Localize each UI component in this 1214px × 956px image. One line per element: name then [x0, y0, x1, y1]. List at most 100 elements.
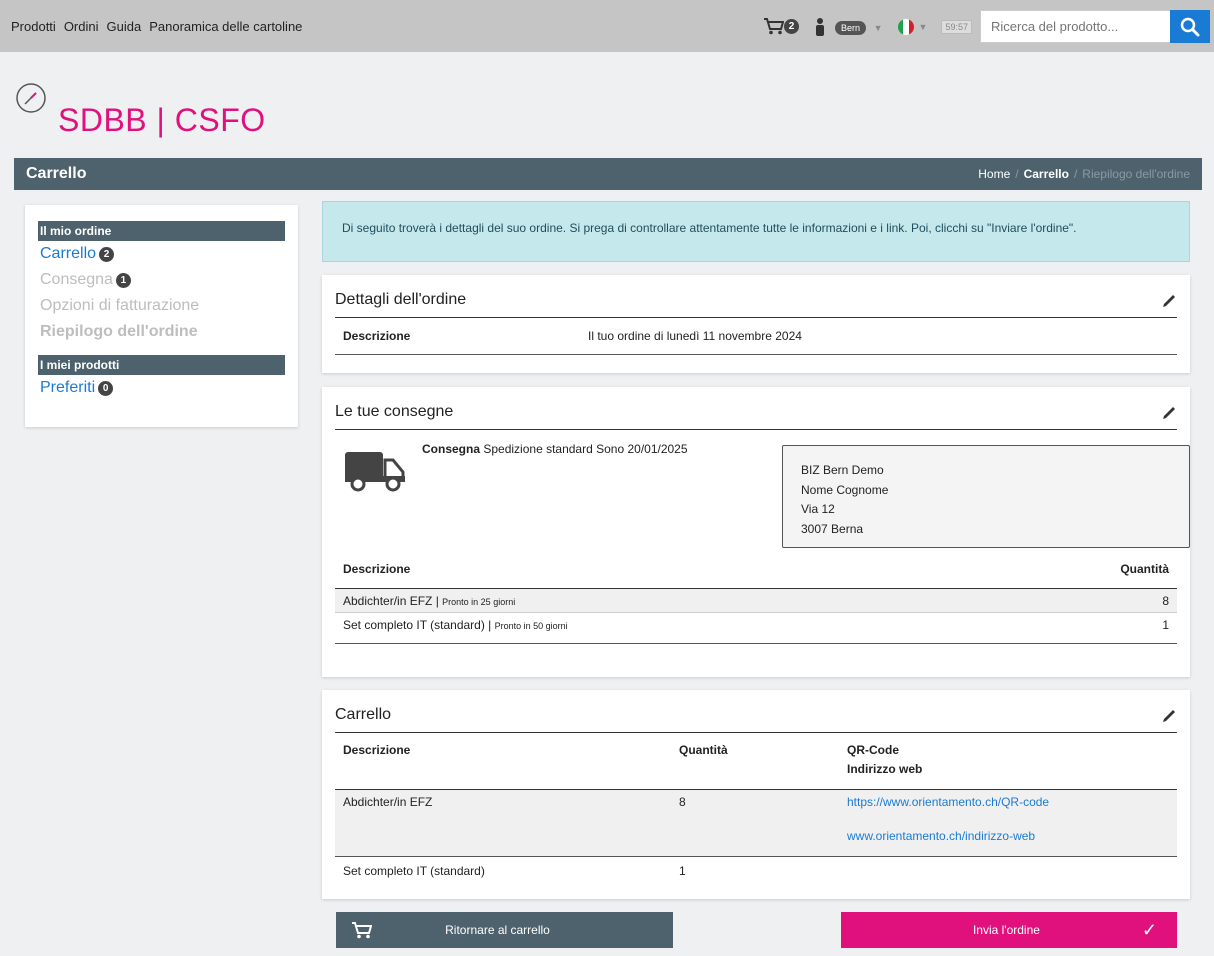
description-label: Descrizione	[343, 329, 411, 343]
column-header: Descrizione	[343, 562, 411, 576]
delivery-text: Consegna Spedizione standard Sono 20/01/…	[422, 442, 688, 456]
qr-code-link[interactable]: https://www.orientamento.ch/QR-code	[847, 795, 1169, 809]
main-menu: Prodotti Ordini Guida Panoramica delle c…	[0, 19, 302, 34]
breadcrumb-carrello[interactable]: Carrello	[1024, 167, 1069, 181]
italy-flag-icon	[897, 18, 914, 35]
address-line: BIZ Bern Demo	[801, 463, 884, 477]
search-button[interactable]	[1170, 10, 1210, 43]
address-line: 3007 Berna	[801, 521, 864, 536]
cart-icon	[763, 18, 784, 35]
page-title: Carrello	[26, 165, 87, 182]
cart-button[interactable]: 2	[763, 18, 799, 35]
sidebar-item-label: Riepilogo dell'ordine	[40, 323, 198, 340]
cart-icon	[352, 921, 372, 938]
sidebar-section-title: Il mio ordine	[38, 221, 285, 241]
nav-prodotti[interactable]: Prodotti	[11, 19, 56, 34]
language-selector[interactable]: ▼	[897, 18, 928, 36]
item-qty: 8	[1162, 593, 1169, 608]
panel-header: Le tue consegne	[335, 387, 1177, 430]
sidebar-item-label: Opzioni di fatturazione	[40, 297, 200, 314]
item-name: Abdichter/in EFZ |	[343, 593, 443, 608]
user-menu[interactable]: Bern ▼	[815, 17, 883, 36]
table-header: Descrizione Quantità	[335, 550, 1177, 589]
sidebar-item-riepilogo: Riepilogo dell'ordine	[38, 319, 285, 345]
column-header: Quantità	[1120, 562, 1169, 576]
nav-panoramica-cartoline[interactable]: Panoramica delle cartoline	[149, 19, 302, 34]
item-note: Pronto in 50 giorni	[494, 621, 568, 631]
breadcrumb: Home / Carrello / Riepilogo dell'ordine	[978, 167, 1190, 181]
nav-ordini[interactable]: Ordini	[64, 19, 99, 34]
column-header: QR-Code	[847, 743, 899, 757]
brand-name: SDBB | CSFO	[58, 102, 266, 138]
cart-panel: Carrello Descrizione Quantità QR-Code In…	[322, 690, 1190, 899]
column-header: Descrizione	[343, 743, 411, 757]
send-order-button[interactable]: Invia l'ordine ✓	[841, 912, 1177, 948]
search-icon	[1180, 17, 1200, 36]
delivery-method: Spedizione standard Sono 20/01/2025	[483, 442, 688, 456]
column-header: Indirizzo web	[847, 762, 923, 776]
edit-pencil-icon[interactable]	[1161, 405, 1177, 421]
brand-logo[interactable]: SDBB | CSFO	[15, 82, 266, 139]
item-name: Set completo IT (standard) |	[343, 618, 495, 632]
info-alert: Di seguito troverà i dettagli del suo or…	[322, 201, 1190, 262]
deliveries-panel: Le tue consegne Consegna Spedizione stan…	[322, 387, 1190, 677]
sidebar-item-label: Consegna	[40, 271, 113, 288]
table-header: Descrizione Quantità QR-Code Indirizzo w…	[335, 733, 1177, 790]
delivery-info: Consegna Spedizione standard Sono 20/01/…	[335, 430, 1190, 550]
user-icon	[815, 17, 824, 36]
description-value: Il tuo ordine di lunedì 11 novembre 2024	[588, 329, 802, 343]
search-input[interactable]	[980, 10, 1170, 43]
navbar-right: 2 Bern ▼ ▼ 59:57	[763, 10, 1210, 43]
panel-title: Carrello	[335, 706, 392, 723]
order-description-row: Descrizione Il tuo ordine di lunedì 11 n…	[335, 318, 1177, 355]
breadcrumb-riepilogo: Riepilogo dell'ordine	[1082, 167, 1190, 181]
panel-header: Carrello	[335, 690, 1177, 733]
edit-pencil-icon[interactable]	[1161, 293, 1177, 309]
panel-title: Dettagli dell'ordine	[335, 291, 467, 308]
table-row: Set completo IT (standard) | Pronto in 5…	[335, 613, 1177, 637]
top-navbar: Prodotti Ordini Guida Panoramica delle c…	[0, 0, 1214, 52]
sidebar-item-carrello[interactable]: Carrello 2	[38, 241, 285, 267]
page-header: Carrello Home / Carrello / Riepilogo dell'or…	[14, 158, 1202, 190]
item-qty: 8	[679, 795, 686, 809]
sidebar-item-label: Carrello	[40, 245, 97, 262]
sidebar-item-consegna: Consegna 1	[38, 267, 285, 293]
table-row: Set completo IT (standard) 1	[335, 857, 1177, 883]
user-badge: Bern	[834, 21, 866, 35]
column-header: Quantità	[679, 743, 728, 757]
table-row: Abdichter/in EFZ | Pronto in 25 giorni 8	[335, 589, 1177, 613]
truck-icon	[345, 452, 405, 492]
table-row: Abdichter/in EFZ 8 https://www.orientame…	[335, 790, 1177, 857]
sidebar-item-preferiti[interactable]: Preferiti 0	[38, 375, 285, 401]
delivery-address: BIZ Bern Demo Nome Cognome Via 12 3007 B…	[782, 445, 1190, 548]
count-badge: 0	[98, 380, 114, 396]
address-line: Nome Cognome	[801, 482, 889, 497]
count-badge: 2	[99, 246, 115, 262]
chevron-down-icon: ▼	[918, 21, 928, 32]
panel-header: Dettagli dell'ordine	[335, 275, 1177, 318]
cart-count-badge: 2	[783, 19, 799, 34]
chevron-down-icon: ▼	[873, 23, 883, 33]
delivery-label: Consegna	[422, 442, 481, 456]
back-to-cart-button[interactable]: Ritornare al carrello	[336, 912, 673, 948]
session-timer: 59:57	[941, 19, 972, 34]
sidebar-item-fatturazione: Opzioni di fatturazione	[38, 293, 285, 319]
item-note: Pronto in 25 giorni	[442, 596, 516, 607]
sidebar-section-title: I miei prodotti	[38, 355, 285, 375]
edit-pencil-icon[interactable]	[1161, 708, 1177, 724]
breadcrumb-home[interactable]: Home	[978, 167, 1010, 181]
item-name: Set completo IT (standard)	[343, 864, 485, 878]
item-qty: 1	[1162, 618, 1169, 632]
compass-icon	[16, 83, 46, 113]
panel-title: Le tue consegne	[335, 403, 454, 420]
sidebar-item-label: Preferiti	[40, 379, 96, 396]
nav-guida[interactable]: Guida	[107, 19, 142, 34]
sidebar: Il mio ordine Carrello 2 Consegna 1 Opzi…	[25, 205, 298, 427]
checkmark-icon: ✓	[1141, 919, 1157, 940]
web-address-link[interactable]: www.orientamento.ch/indirizzo-web	[847, 829, 1169, 843]
count-badge: 1	[115, 272, 131, 288]
item-qty: 1	[679, 864, 686, 878]
divider	[335, 643, 1177, 644]
address-line: Via 12	[801, 502, 835, 516]
search-bar	[980, 10, 1210, 43]
